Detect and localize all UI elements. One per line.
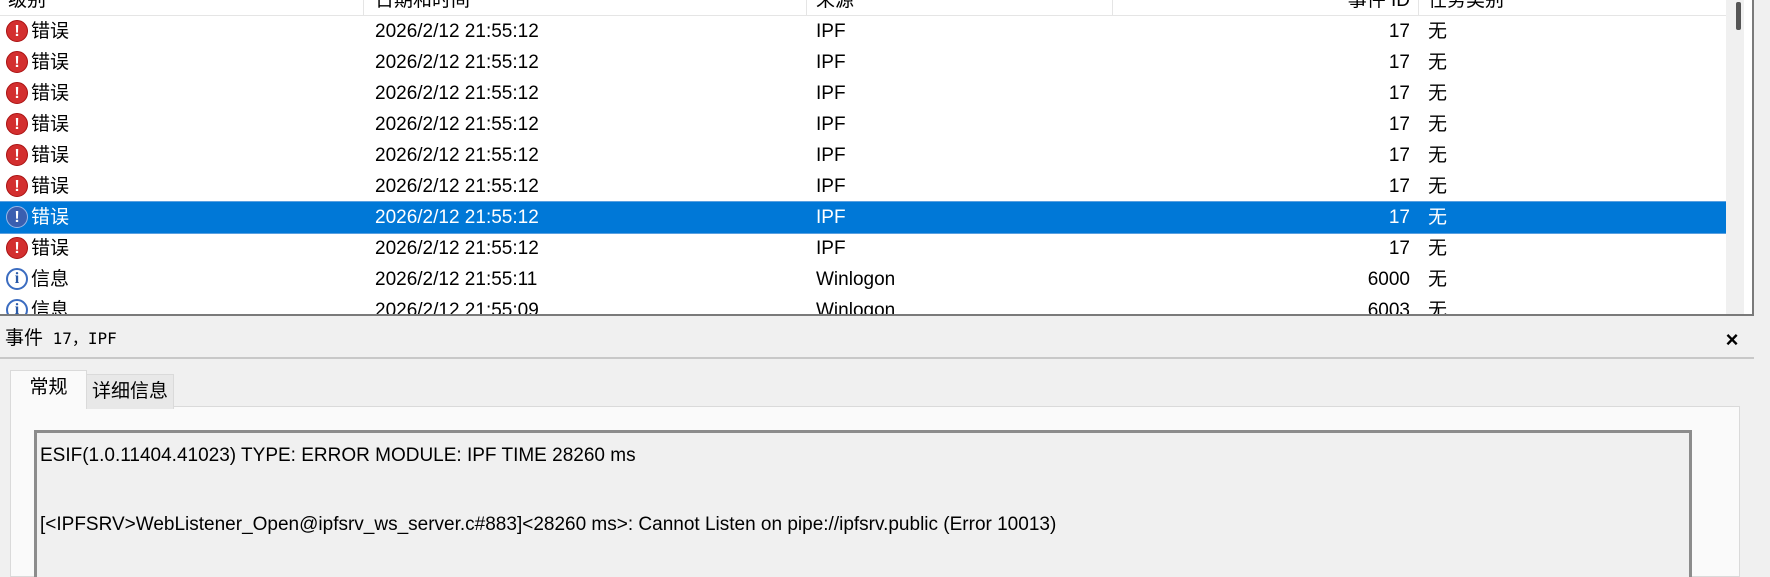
column-divider[interactable] — [1112, 0, 1113, 15]
datetime-cell: 2026/2/12 21:55:12 — [375, 21, 539, 42]
scrollbar-thumb[interactable] — [1736, 2, 1741, 30]
datetime-cell: 2026/2/12 21:55:12 — [375, 238, 539, 259]
error-icon: ! — [6, 20, 28, 42]
event-description-box[interactable]: ESIF(1.0.11404.41023) TYPE: ERROR MODULE… — [34, 430, 1692, 577]
task-category-cell: 无 — [1428, 300, 1448, 315]
task-category-cell: 无 — [1428, 52, 1448, 73]
event-id-cell: 6000 — [1367, 269, 1410, 290]
column-header-datetime[interactable]: 日期和时间 — [375, 0, 470, 15]
level-cell: 错误 — [31, 114, 70, 135]
tab-general[interactable]: 常规 — [10, 370, 87, 409]
event-list[interactable]: 级别 日期和时间 来源 事件 ID 任务类别 ! 错误 2026/2/12 21:5… — [0, 0, 1752, 315]
tab-details[interactable]: 详细信息 — [86, 374, 174, 409]
task-category-cell: 无 — [1428, 114, 1448, 135]
error-icon: ! — [6, 51, 28, 73]
close-icon[interactable]: × — [1720, 328, 1744, 352]
event-id-cell: 17 — [1388, 52, 1410, 73]
level-cell: 错误 — [31, 21, 70, 42]
vertical-scrollbar[interactable] — [1726, 0, 1744, 315]
column-divider[interactable] — [806, 0, 807, 15]
table-row[interactable]: ! 错误 2026/2/12 21:55:12 IPF 17 无 — [0, 109, 1726, 140]
task-category-cell: 无 — [1428, 83, 1448, 104]
source-cell: Winlogon — [816, 300, 896, 315]
source-cell: IPF — [816, 83, 846, 104]
datetime-cell: 2026/2/12 21:55:12 — [375, 207, 539, 228]
detail-title: 事件 17，IPF — [5, 326, 117, 352]
level-cell: 错误 — [31, 238, 70, 259]
error-icon: ! — [6, 144, 28, 166]
column-header-source[interactable]: 来源 — [816, 0, 854, 15]
list-header: 级别 日期和时间 来源 事件 ID 任务类别 — [0, 0, 1726, 16]
event-id-cell: 17 — [1388, 145, 1410, 166]
source-cell: IPF — [816, 176, 846, 197]
level-cell: 错误 — [31, 145, 70, 166]
error-icon: ! — [6, 206, 28, 228]
event-id-cell: 17 — [1388, 114, 1410, 135]
error-icon: ! — [6, 237, 28, 259]
message-line: [<IPFSRV>WebListener_Open@ipfsrv_ws_serv… — [40, 514, 1057, 535]
column-header-level[interactable]: 级别 — [8, 0, 46, 15]
level-cell: 信息 — [31, 300, 70, 315]
task-category-cell: 无 — [1428, 238, 1448, 259]
event-id-cell: 17 — [1388, 83, 1410, 104]
column-divider[interactable] — [363, 0, 364, 15]
source-cell: IPF — [816, 21, 846, 42]
source-cell: IPF — [816, 238, 846, 259]
info-icon: i — [6, 299, 28, 315]
table-row[interactable]: ! 错误 2026/2/12 21:55:12 IPF 17 无 — [0, 201, 1727, 234]
task-category-cell: 无 — [1428, 145, 1448, 166]
datetime-cell: 2026/2/12 21:55:09 — [375, 300, 539, 315]
task-category-cell: 无 — [1428, 176, 1448, 197]
error-icon: ! — [6, 175, 28, 197]
detail-title-prefix: 事件 — [5, 328, 44, 349]
event-id-cell: 17 — [1388, 21, 1410, 42]
source-cell: IPF — [816, 114, 846, 135]
table-row[interactable]: ! 错误 2026/2/12 21:55:12 IPF 17 无 — [0, 233, 1726, 264]
column-header-task-category[interactable]: 任务类别 — [1428, 0, 1504, 15]
table-row[interactable]: ! 错误 2026/2/12 21:55:12 IPF 17 无 — [0, 78, 1726, 109]
task-category-cell: 无 — [1428, 207, 1448, 228]
info-icon: i — [6, 268, 28, 290]
datetime-cell: 2026/2/12 21:55:11 — [375, 269, 538, 290]
task-category-cell: 无 — [1428, 21, 1448, 42]
level-cell: 错误 — [31, 207, 70, 228]
column-divider[interactable] — [1418, 0, 1419, 15]
level-cell: 错误 — [31, 52, 70, 73]
task-category-cell: 无 — [1428, 269, 1448, 290]
source-cell: IPF — [816, 207, 846, 228]
source-cell: IPF — [816, 145, 846, 166]
pane-splitter[interactable] — [0, 314, 1754, 316]
datetime-cell: 2026/2/12 21:55:12 — [375, 52, 539, 73]
level-cell: 错误 — [31, 83, 70, 104]
divider — [0, 357, 1754, 359]
error-icon: ! — [6, 82, 28, 104]
event-id-cell: 6003 — [1367, 300, 1410, 315]
window-edge — [1754, 0, 1770, 577]
detail-title-event: 17，IPF — [43, 329, 117, 348]
error-icon: ! — [6, 113, 28, 135]
datetime-cell: 2026/2/12 21:55:12 — [375, 114, 539, 135]
table-row[interactable]: ! 错误 2026/2/12 21:55:12 IPF 17 无 — [0, 140, 1726, 171]
table-row[interactable]: ! 错误 2026/2/12 21:55:12 IPF 17 无 — [0, 16, 1726, 47]
event-id-cell: 17 — [1388, 238, 1410, 259]
source-cell: Winlogon — [816, 269, 896, 290]
column-header-event-id[interactable]: 事件 ID — [1200, 0, 1410, 15]
level-cell: 错误 — [31, 176, 70, 197]
datetime-cell: 2026/2/12 21:55:12 — [375, 83, 539, 104]
datetime-cell: 2026/2/12 21:55:12 — [375, 145, 539, 166]
table-row[interactable]: ! 错误 2026/2/12 21:55:12 IPF 17 无 — [0, 47, 1726, 78]
message-line: ESIF(1.0.11404.41023) TYPE: ERROR MODULE… — [40, 445, 636, 466]
table-row[interactable]: i 信息 2026/2/12 21:55:11 Winlogon 6000 无 — [0, 264, 1726, 295]
level-cell: 信息 — [31, 269, 70, 290]
table-row[interactable]: i 信息 2026/2/12 21:55:09 Winlogon 6003 无 — [0, 295, 1726, 315]
source-cell: IPF — [816, 52, 846, 73]
table-row[interactable]: ! 错误 2026/2/12 21:55:12 IPF 17 无 — [0, 171, 1726, 202]
event-id-cell: 17 — [1388, 207, 1410, 228]
event-id-cell: 17 — [1388, 176, 1410, 197]
datetime-cell: 2026/2/12 21:55:12 — [375, 176, 539, 197]
